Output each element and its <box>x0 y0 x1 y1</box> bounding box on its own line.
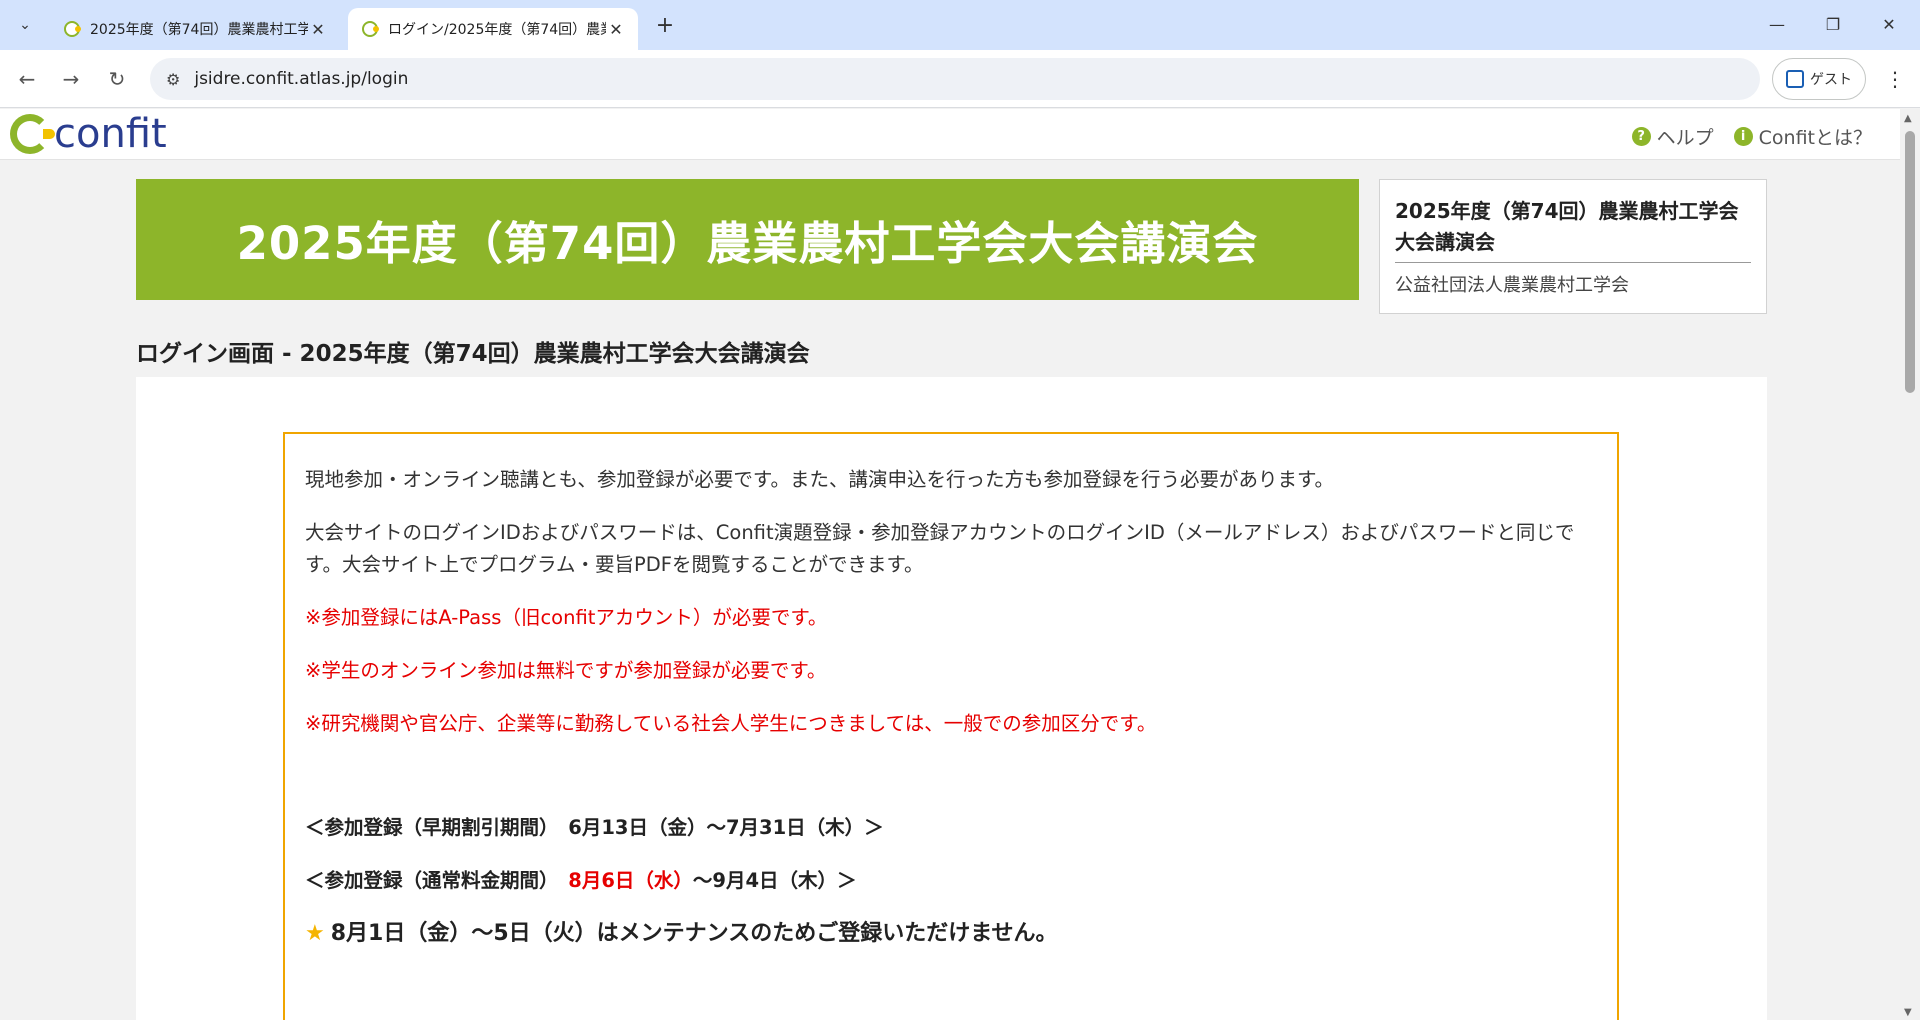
confit-favicon-icon <box>64 21 81 37</box>
info-card-organization: 公益社団法人農業農村工学会 <box>1395 275 1629 296</box>
new-tab-icon[interactable]: + <box>650 10 680 40</box>
normal-period-start-date: 8月6日（水） <box>568 869 693 892</box>
tab-close-icon[interactable]: ✕ <box>308 20 328 39</box>
window-close-icon[interactable]: ✕ <box>1866 6 1912 42</box>
tab-close-icon[interactable]: ✕ <box>606 20 626 39</box>
scroll-up-icon[interactable]: ▲ <box>1904 113 1912 124</box>
notice-alert: ※学生のオンライン参加は無料ですが参加登録が必要です。 <box>305 659 827 682</box>
page-scrollbar[interactable]: ▲ ▼ <box>1900 109 1920 1020</box>
restore-icon[interactable]: ❐ <box>1810 6 1856 42</box>
site-settings-icon[interactable]: ⚙ <box>166 70 180 89</box>
help-label: ヘルプ <box>1656 127 1714 149</box>
confit-logo[interactable]: confit <box>10 111 167 157</box>
help-link[interactable]: ? ヘルプ <box>1631 123 1714 150</box>
reload-icon[interactable]: ↻ <box>102 64 132 94</box>
maintenance-text: 8月1日（金）〜5日（火）はメンテナンスのためご登録いただけません。 <box>330 921 1058 946</box>
conference-info-card: 2025年度（第74回）農業農村工学会大会講演会 公益社団法人農業農村工学会 <box>1379 179 1767 314</box>
logo-mark-icon <box>10 114 55 154</box>
tab-search-chevron-icon[interactable]: ⌄ <box>8 10 42 40</box>
confit-favicon-icon <box>362 21 379 37</box>
site-header: confit ? ヘルプ i Confitとは？ <box>0 109 1900 160</box>
normal-registration-period: ＜参加登録（通常料金期間） 8月6日（水）〜9月4日（木）＞ <box>305 865 1597 897</box>
guest-profile-button[interactable]: ゲスト <box>1772 58 1866 100</box>
info-card-title: 2025年度（第74回）農業農村工学会大会講演会 <box>1395 196 1751 263</box>
banner-title: 2025年度（第74回）農業農村工学会大会講演会 <box>236 217 1259 270</box>
back-icon[interactable]: ← <box>12 64 42 94</box>
logo-text: confit <box>54 111 167 157</box>
about-label: Confitとは？ <box>1758 127 1872 149</box>
notice-alert: ※参加登録にはA-Pass（旧confitアカウント）が必要です。 <box>305 606 828 629</box>
browser-tab-login[interactable]: ログイン/2025年度（第74回）農業 ✕ <box>348 8 638 50</box>
address-bar[interactable]: ⚙ jsidre.confit.atlas.jp/login <box>150 58 1760 100</box>
url-text[interactable]: jsidre.confit.atlas.jp/login <box>194 69 408 89</box>
conference-banner[interactable]: 2025年度（第74回）農業農村工学会大会講演会 <box>136 179 1359 300</box>
scrollbar-thumb[interactable] <box>1905 131 1915 393</box>
browser-tabstrip: ⌄ 2025年度（第74回）農業農村工学 ✕ ログイン/2025年度（第74回）… <box>0 0 1920 50</box>
tab-title: ログイン/2025年度（第74回）農業 <box>388 22 606 38</box>
browser-tab-conference[interactable]: 2025年度（第74回）農業農村工学 ✕ <box>50 8 340 50</box>
scroll-down-icon[interactable]: ▼ <box>1904 1007 1912 1018</box>
browser-menu-icon[interactable]: ⋮ <box>1880 64 1910 94</box>
question-icon: ? <box>1631 127 1651 146</box>
login-panel: 現地参加・オンライン聴講とも、参加登録が必要です。また、講演申込を行った方も参加… <box>136 377 1767 1020</box>
info-icon: i <box>1733 127 1753 146</box>
browser-toolbar: ← → ↻ ⚙ jsidre.confit.atlas.jp/login ゲスト… <box>0 50 1920 108</box>
guest-label: ゲスト <box>1810 72 1852 88</box>
normal-period-suffix: 〜9月4日（木）＞ <box>692 869 857 892</box>
page-title: ログイン画面 - 2025年度（第74回）農業農村工学会大会講演会 <box>136 341 810 367</box>
star-icon: ★ <box>305 921 325 946</box>
forward-icon[interactable]: → <box>56 64 86 94</box>
about-confit-link[interactable]: i Confitとは？ <box>1733 123 1872 150</box>
normal-period-prefix: ＜参加登録（通常料金期間） <box>305 869 569 892</box>
header-links: ? ヘルプ i Confitとは？ <box>1631 123 1872 150</box>
early-registration-period: ＜参加登録（早期割引期間） 6月13日（金）〜7月31日（木）＞ <box>305 816 884 839</box>
profile-icon <box>1786 70 1804 88</box>
tab-title: 2025年度（第74回）農業農村工学 <box>90 22 308 38</box>
notice-paragraph: 現地参加・オンライン聴講とも、参加登録が必要です。また、講演申込を行った方も参加… <box>305 468 1335 491</box>
maintenance-notice: ★ 8月1日（金）〜5日（火）はメンテナンスのためご登録いただけません。 <box>305 918 1597 950</box>
notice-paragraph: 大会サイトのログインIDおよびパスワードは、Confit演題登録・参加登録アカウ… <box>305 521 1575 576</box>
notice-alert: ※研究機関や官公庁、企業等に勤務している社会人学生につきましては、一般での参加区… <box>305 712 1157 735</box>
registration-notice: 現地参加・オンライン聴講とも、参加登録が必要です。また、講演申込を行った方も参加… <box>283 432 1619 1020</box>
minimize-icon[interactable]: — <box>1754 6 1800 42</box>
